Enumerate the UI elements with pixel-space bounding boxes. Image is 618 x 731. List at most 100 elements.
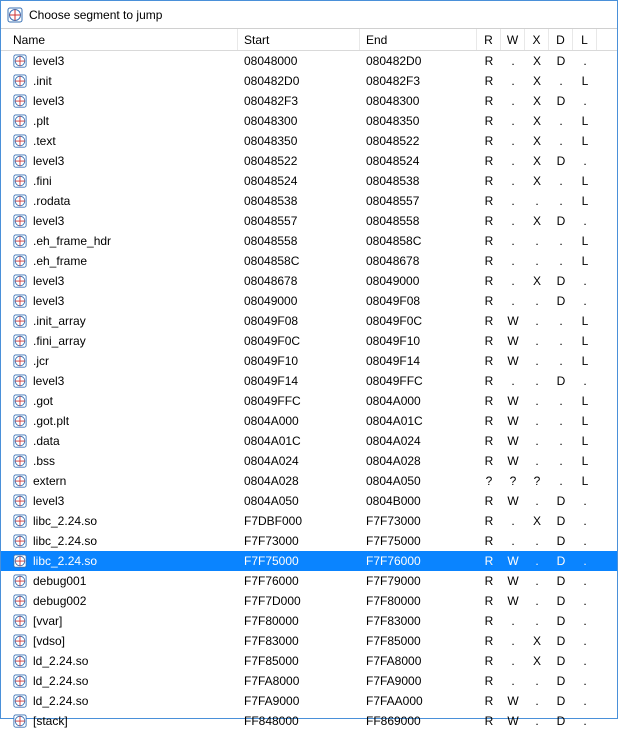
flag-d: D xyxy=(549,514,573,528)
segment-row[interactable]: .fini0804852408048538R.X.L xyxy=(1,171,617,191)
flag-l: L xyxy=(573,234,597,248)
segment-row[interactable]: libc_2.24.soF7F75000F7F76000RW.D. xyxy=(1,551,617,571)
segment-end: 0804A028 xyxy=(360,454,477,468)
flag-w: . xyxy=(501,614,525,628)
segment-icon xyxy=(13,74,27,88)
segment-row[interactable]: .eh_frame_hdr080485580804858CR...L xyxy=(1,231,617,251)
segment-row[interactable]: .eh_frame0804858C08048678R...L xyxy=(1,251,617,271)
segment-end: 08049F10 xyxy=(360,334,477,348)
flag-l: . xyxy=(573,214,597,228)
segment-row[interactable]: .bss0804A0240804A028RW..L xyxy=(1,451,617,471)
flag-d: D xyxy=(549,574,573,588)
flag-r: R xyxy=(477,214,501,228)
segment-row[interactable]: ld_2.24.soF7F85000F7FA8000R.XD. xyxy=(1,651,617,671)
segment-icon xyxy=(13,254,27,268)
flag-l: L xyxy=(573,474,597,488)
flag-l: L xyxy=(573,314,597,328)
flag-r: R xyxy=(477,174,501,188)
segment-row[interactable]: level3080482F308048300R.XD. xyxy=(1,91,617,111)
segment-end: 08048522 xyxy=(360,134,477,148)
segment-row[interactable]: .rodata0804853808048557R...L xyxy=(1,191,617,211)
segment-start: 0804A024 xyxy=(238,454,360,468)
segment-row[interactable]: .init_array08049F0808049F0CRW..L xyxy=(1,311,617,331)
col-header-d[interactable]: D xyxy=(549,29,573,50)
flag-x: X xyxy=(525,114,549,128)
segment-row[interactable]: .got08049FFC0804A000RW..L xyxy=(1,391,617,411)
flag-w: . xyxy=(501,194,525,208)
col-header-end[interactable]: End xyxy=(360,29,477,50)
col-header-w[interactable]: W xyxy=(501,29,525,50)
flag-w: W xyxy=(501,334,525,348)
flag-x: X xyxy=(525,74,549,88)
segment-end: 080482F3 xyxy=(360,74,477,88)
segment-start: F7FA9000 xyxy=(238,694,360,708)
segment-row[interactable]: .jcr08049F1008049F14RW..L xyxy=(1,351,617,371)
segment-name: level3 xyxy=(33,374,64,388)
segment-row[interactable]: .got.plt0804A0000804A01CRW..L xyxy=(1,411,617,431)
flag-l: . xyxy=(573,614,597,628)
segment-row[interactable]: level308049F1408049FFCR..D. xyxy=(1,371,617,391)
flag-r: R xyxy=(477,514,501,528)
segment-row[interactable]: [stack]FF848000FF869000RW.D. xyxy=(1,711,617,731)
segment-row[interactable]: [vdso]F7F83000F7F85000R.XD. xyxy=(1,631,617,651)
segment-row[interactable]: .data0804A01C0804A024RW..L xyxy=(1,431,617,451)
flag-w: W xyxy=(501,354,525,368)
flag-l: . xyxy=(573,294,597,308)
segment-row[interactable]: level308048000080482D0R.XD. xyxy=(1,51,617,71)
segment-end: F7F85000 xyxy=(360,634,477,648)
flag-x: X xyxy=(525,514,549,528)
flag-w: W xyxy=(501,714,525,728)
segment-row[interactable]: libc_2.24.soF7DBF000F7F73000R.XD. xyxy=(1,511,617,531)
flag-l: L xyxy=(573,334,597,348)
flag-x: X xyxy=(525,214,549,228)
flag-w: W xyxy=(501,414,525,428)
flag-l: . xyxy=(573,494,597,508)
segment-row[interactable]: .text0804835008048522R.X.L xyxy=(1,131,617,151)
flag-d: . xyxy=(549,134,573,148)
flag-x: . xyxy=(525,374,549,388)
segment-row[interactable]: level30804900008049F08R..D. xyxy=(1,291,617,311)
segment-row[interactable]: ld_2.24.soF7FA9000F7FAA000RW.D. xyxy=(1,691,617,711)
segment-icon xyxy=(13,494,27,508)
segment-start: 080482F3 xyxy=(238,94,360,108)
flag-l: L xyxy=(573,114,597,128)
segment-row[interactable]: debug001F7F76000F7F79000RW.D. xyxy=(1,571,617,591)
col-header-start[interactable]: Start xyxy=(238,29,360,50)
segment-row[interactable]: level30804852208048524R.XD. xyxy=(1,151,617,171)
segment-end: 08049FFC xyxy=(360,374,477,388)
flag-w: . xyxy=(501,54,525,68)
segment-row[interactable]: level30804867808049000R.XD. xyxy=(1,271,617,291)
segment-row[interactable]: extern0804A0280804A050???.L xyxy=(1,471,617,491)
segment-name: [vdso] xyxy=(33,634,65,648)
flag-w: . xyxy=(501,274,525,288)
segment-start: F7F73000 xyxy=(238,534,360,548)
col-header-name[interactable]: Name xyxy=(1,29,238,50)
segment-row[interactable]: level30804A0500804B000RW.D. xyxy=(1,491,617,511)
segment-row[interactable]: .init080482D0080482F3R.X.L xyxy=(1,71,617,91)
segment-row[interactable]: .fini_array08049F0C08049F10RW..L xyxy=(1,331,617,351)
flag-d: D xyxy=(549,534,573,548)
segment-row[interactable]: level30804855708048558R.XD. xyxy=(1,211,617,231)
segment-row[interactable]: libc_2.24.soF7F73000F7F75000R..D. xyxy=(1,531,617,551)
flag-w: W xyxy=(501,494,525,508)
segment-row[interactable]: .plt0804830008048350R.X.L xyxy=(1,111,617,131)
segment-list[interactable]: level308048000080482D0R.XD..init080482D0… xyxy=(1,51,617,731)
segment-start: F7F83000 xyxy=(238,634,360,648)
segment-icon xyxy=(13,154,27,168)
flag-w: ? xyxy=(501,474,525,488)
col-header-l[interactable]: L xyxy=(573,29,597,50)
segment-icon xyxy=(13,674,27,688)
flag-d: D xyxy=(549,614,573,628)
flag-l: . xyxy=(573,274,597,288)
segment-end: 08049F08 xyxy=(360,294,477,308)
flag-r: R xyxy=(477,374,501,388)
segment-row[interactable]: ld_2.24.soF7FA8000F7FA9000R..D. xyxy=(1,671,617,691)
flag-x: . xyxy=(525,554,549,568)
col-header-r[interactable]: R xyxy=(477,29,501,50)
segment-row[interactable]: [vvar]F7F80000F7F83000R..D. xyxy=(1,611,617,631)
segment-end: 0804A050 xyxy=(360,474,477,488)
segment-row[interactable]: debug002F7F7D000F7F80000RW.D. xyxy=(1,591,617,611)
flag-w: . xyxy=(501,134,525,148)
flag-w: . xyxy=(501,234,525,248)
col-header-x[interactable]: X xyxy=(525,29,549,50)
